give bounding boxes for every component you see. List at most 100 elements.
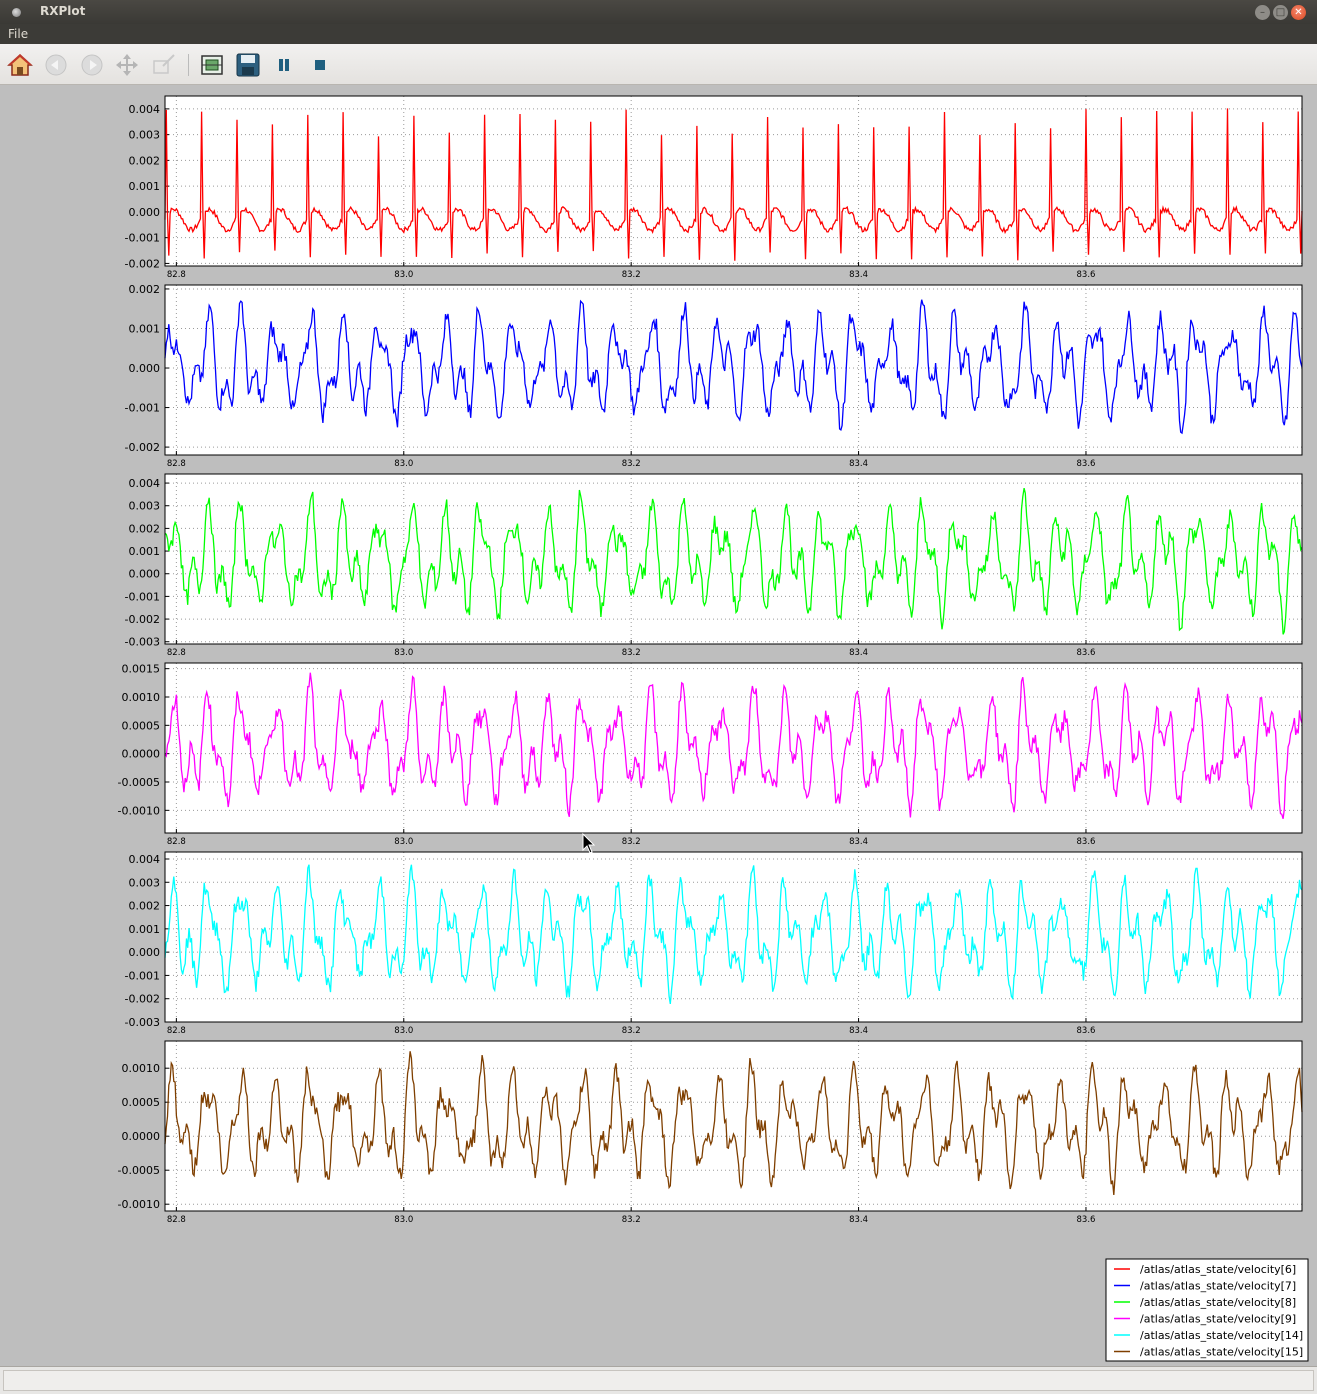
- x-tick-label: 83.6: [1077, 270, 1096, 280]
- y-tick-label: 0.004: [129, 853, 161, 866]
- y-tick-label: 0.001: [129, 322, 161, 335]
- y-tick-label: -0.0010: [118, 804, 160, 817]
- x-tick-label: 82.8: [167, 270, 186, 280]
- axes-5-background: [165, 1041, 1302, 1211]
- y-tick-label: 0.004: [129, 103, 161, 116]
- x-tick-label: 83.0: [394, 1026, 413, 1036]
- y-tick-label: -0.001: [125, 402, 160, 415]
- back-button[interactable]: [43, 52, 69, 78]
- y-tick-label: -0.0005: [118, 1164, 160, 1177]
- legend-label: /atlas/atlas_state/velocity[6]: [1140, 1263, 1296, 1276]
- pause-icon: [279, 59, 289, 71]
- close-button[interactable]: ✕: [1291, 5, 1306, 20]
- configure-subplots-button[interactable]: [199, 52, 225, 78]
- legend-label: /atlas/atlas_state/velocity[7]: [1140, 1280, 1296, 1293]
- x-tick-label: 82.8: [167, 1026, 186, 1036]
- y-tick-label: 0.0010: [122, 691, 161, 704]
- toolbar-separator: [188, 54, 189, 76]
- y-tick-label: 0.0010: [122, 1062, 161, 1075]
- back-icon: [45, 54, 67, 76]
- pan-icon: [116, 54, 138, 76]
- y-tick-label: -0.001: [125, 232, 160, 245]
- y-tick-label: -0.002: [125, 993, 160, 1006]
- y-tick-label: 0.0000: [122, 1130, 161, 1143]
- menu-bar: File: [0, 24, 1317, 44]
- legend-label: /atlas/atlas_state/velocity[15]: [1140, 1346, 1303, 1359]
- y-tick-label: 0.003: [129, 129, 161, 142]
- home-button[interactable]: [7, 52, 33, 78]
- legend-label: /atlas/atlas_state/velocity[9]: [1140, 1313, 1296, 1326]
- y-tick-label: 0.000: [129, 568, 161, 581]
- forward-button[interactable]: [79, 52, 105, 78]
- title-bar: RXPlot – □ ✕: [0, 0, 1317, 24]
- save-icon: [236, 53, 260, 77]
- x-tick-label: 83.0: [394, 648, 413, 658]
- mouse-cursor-icon: [582, 832, 596, 854]
- x-tick-label: 83.6: [1077, 459, 1096, 469]
- y-tick-label: 0.003: [129, 500, 161, 513]
- y-tick-label: -0.002: [125, 257, 160, 270]
- figure-svg[interactable]: 82.8 83.0 83.2 83.4 83.6 0.004 0.003 0.002 0.001…: [0, 85, 1317, 1365]
- y-tick-label: 0.0005: [122, 1096, 161, 1109]
- pan-button[interactable]: [114, 52, 140, 78]
- y-tick-label: 0.0015: [122, 663, 161, 676]
- x-tick-label: 83.0: [394, 1215, 413, 1225]
- y-tick-label: -0.003: [125, 1016, 160, 1029]
- y-tick-label: -0.002: [125, 441, 160, 454]
- stop-button[interactable]: [307, 52, 333, 78]
- axes-1-background: [165, 285, 1302, 455]
- forward-icon: [81, 54, 103, 76]
- x-tick-label: 83.2: [622, 648, 641, 658]
- x-tick-label: 83.6: [1077, 837, 1096, 847]
- y-tick-label: -0.002: [125, 613, 160, 626]
- legend-label: /atlas/atlas_state/velocity[8]: [1140, 1296, 1296, 1309]
- y-tick-label: 0.002: [129, 900, 161, 913]
- menu-file[interactable]: File: [8, 27, 28, 41]
- y-tick-label: 0.002: [129, 154, 161, 167]
- configure-subplots-icon: [201, 55, 223, 75]
- y-tick-label: 0.0005: [122, 719, 161, 732]
- x-tick-label: 83.0: [394, 459, 413, 469]
- y-tick-label: 0.0000: [122, 748, 161, 761]
- pause-button[interactable]: [271, 52, 297, 78]
- y-tick-label: 0.002: [129, 522, 161, 535]
- x-tick-label: 83.2: [622, 837, 641, 847]
- x-tick-label: 83.2: [622, 1026, 641, 1036]
- y-tick-label: 0.000: [129, 946, 161, 959]
- stop-icon: [315, 60, 325, 70]
- y-tick-label: -0.0010: [118, 1198, 160, 1211]
- x-tick-label: 83.0: [394, 270, 413, 280]
- zoom-button[interactable]: [151, 52, 177, 78]
- y-tick-label: 0.004: [129, 477, 161, 490]
- x-tick-label: 83.4: [849, 270, 868, 280]
- save-button[interactable]: [235, 52, 261, 78]
- y-tick-label: 0.003: [129, 876, 161, 889]
- x-tick-label: 82.8: [167, 1215, 186, 1225]
- x-tick-label: 82.8: [167, 459, 186, 469]
- minimize-button[interactable]: –: [1255, 5, 1270, 20]
- figure-canvas[interactable]: 82.8 83.0 83.2 83.4 83.6 0.004 0.003 0.002 0.001…: [0, 85, 1317, 1365]
- window-title: RXPlot: [40, 4, 86, 18]
- y-tick-label: 0.000: [129, 362, 161, 375]
- y-tick-label: -0.0005: [118, 776, 160, 789]
- status-text: [3, 1370, 1314, 1391]
- maximize-button[interactable]: □: [1273, 5, 1288, 20]
- y-tick-label: 0.001: [129, 923, 161, 936]
- window-menu-icon[interactable]: [12, 8, 21, 17]
- x-tick-label: 83.0: [394, 837, 413, 847]
- y-tick-label: 0.002: [129, 283, 161, 296]
- x-tick-label: 83.4: [849, 837, 868, 847]
- toolbar: [0, 44, 1317, 85]
- x-tick-label: 83.6: [1077, 1215, 1096, 1225]
- x-tick-label: 83.4: [849, 648, 868, 658]
- legend-label: /atlas/atlas_state/velocity[14]: [1140, 1329, 1303, 1342]
- status-bar: [0, 1366, 1317, 1394]
- x-tick-label: 83.2: [622, 459, 641, 469]
- x-tick-label: 82.8: [167, 648, 186, 658]
- x-tick-label: 82.8: [167, 837, 186, 847]
- x-tick-label: 83.6: [1077, 648, 1096, 658]
- x-tick-label: 83.4: [849, 1215, 868, 1225]
- x-tick-label: 83.2: [622, 1215, 641, 1225]
- axes-2-background: [165, 474, 1302, 644]
- y-tick-label: 0.000: [129, 206, 161, 219]
